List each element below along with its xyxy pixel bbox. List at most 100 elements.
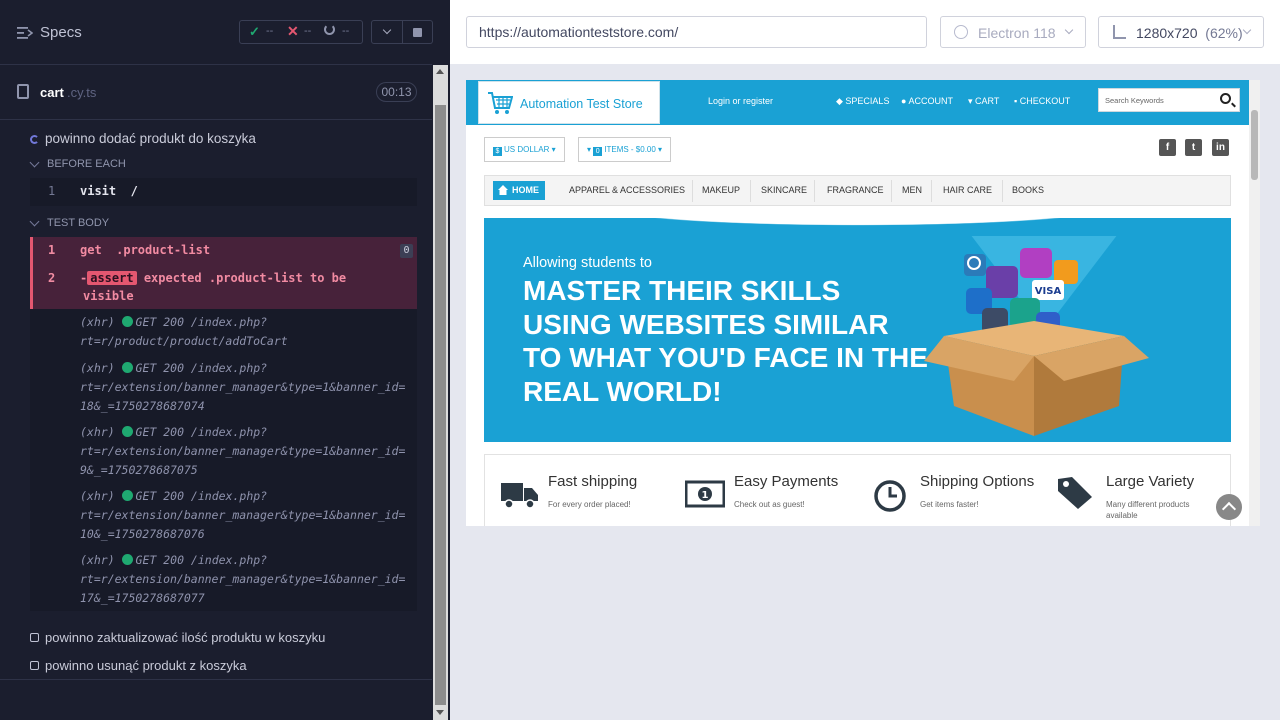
chevron-down-icon[interactable] (29, 216, 40, 227)
nav-divider (814, 180, 815, 202)
test-pending-icon (30, 633, 39, 642)
failed-count: -- (304, 25, 312, 37)
chevron-down-icon[interactable] (29, 157, 40, 168)
x-icon: ✕ (287, 23, 299, 39)
xhr-log: (xhr) GET 200 /index.php? rt=r/product/p… (30, 309, 417, 611)
test-title[interactable]: powinno dodać produkt do koszyka (45, 131, 256, 146)
status-ok-icon (121, 362, 133, 373)
specs-header: Specs ✓ -- ✕ -- -- (0, 0, 433, 65)
preview-toolbar: https://automationteststore.com/ Electro… (450, 0, 1280, 64)
test-stats: ✓ -- ✕ -- -- (239, 20, 363, 44)
feature-subtitle: Check out as guest! (734, 500, 805, 509)
status-ok-icon (121, 490, 133, 501)
hero-banner[interactable]: Allowing students to MASTER THEIR SKILLS… (484, 218, 1231, 442)
assert-pill: assert (87, 271, 137, 285)
file-icon (17, 84, 29, 99)
xhr-entry[interactable]: (xhr) GET 200 /index.php? rt=r/extension… (80, 487, 420, 544)
pending-count: -- (342, 25, 350, 37)
scroll-thumb[interactable] (435, 105, 446, 705)
spec-file-header[interactable]: cart .cy.ts 00:13 (0, 66, 432, 120)
logo-text: Automation Test Store (520, 97, 643, 111)
spec-file-ext: .cy.ts (67, 85, 97, 100)
login-link[interactable]: Login or register (708, 96, 773, 106)
nav-divider (891, 180, 892, 202)
assert-command[interactable]: - assert expected .product-list to be (80, 271, 346, 285)
scroll-down-icon[interactable] (436, 710, 444, 715)
browser-selector[interactable]: Electron 118 (940, 16, 1086, 48)
specials-link[interactable]: ◆ SPECIALS (836, 96, 889, 107)
assert-command-cont: visible (83, 289, 134, 303)
scroll-thumb[interactable] (1251, 110, 1258, 180)
aut-preview: https://automationteststore.com/ Electro… (450, 0, 1280, 720)
category-nav: HOME APPAREL & ACCESSORIES MAKEUP SKINCA… (484, 175, 1231, 206)
nav-home[interactable]: HOME (493, 181, 545, 200)
nav-books[interactable]: BOOKS (1012, 185, 1044, 195)
command-row[interactable]: 1 visit / (30, 178, 417, 206)
nav-divider (1002, 180, 1003, 202)
site-search-input[interactable]: Search Keywords (1098, 88, 1240, 112)
cart-link[interactable]: ▾ CART (968, 96, 999, 107)
nav-makeup[interactable]: MAKEUP (702, 185, 740, 195)
before-each-label[interactable]: BEFORE EACH (47, 158, 126, 170)
divider (0, 679, 432, 680)
specs-title[interactable]: Specs (40, 24, 82, 41)
checkout-link[interactable]: ▪ CHECKOUT (1014, 96, 1070, 106)
xhr-entry[interactable]: (xhr) GET 200 /index.php? rt=r/product/p… (80, 313, 420, 351)
ruler-icon (1113, 25, 1126, 39)
back-to-top-button[interactable] (1216, 494, 1242, 520)
run-duration: 00:13 (376, 82, 417, 102)
currency-dropdown[interactable]: $ US DOLLAR ▾ (484, 137, 565, 162)
specs-list-icon[interactable] (17, 26, 33, 40)
aut-scrollbar[interactable] (1249, 80, 1260, 526)
viewport-selector[interactable]: 1280x720 (62%) (1098, 16, 1264, 48)
nav-hair-care[interactable]: HAIR CARE (943, 185, 992, 195)
stop-icon (413, 28, 422, 37)
box-of-apps-icon: VISA (924, 236, 1149, 436)
hero-subtitle: Allowing students to (523, 255, 652, 271)
search-icon[interactable] (1220, 93, 1231, 104)
xhr-entry[interactable]: (xhr) GET 200 /index.php? rt=r/extension… (80, 359, 420, 416)
scroll-up-icon[interactable] (436, 69, 444, 74)
expand-collapse-button[interactable] (371, 20, 403, 44)
tags-icon (1058, 477, 1092, 509)
facebook-icon[interactable]: f (1159, 139, 1176, 156)
site-header: Automation Test Store Login or register … (466, 80, 1249, 125)
nav-fragrance[interactable]: FRAGRANCE (827, 185, 884, 195)
nav-men[interactable]: MEN (902, 185, 922, 195)
svg-text:VISA: VISA (1035, 286, 1062, 297)
test-title[interactable]: powinno zaktualizować ilość produktu w k… (45, 630, 325, 645)
command-number: 1 (48, 184, 56, 198)
feature-title: Easy Payments (734, 473, 839, 490)
stop-button[interactable] (403, 20, 433, 44)
nav-divider (931, 180, 932, 202)
feature-subtitle: Get items faster! (920, 500, 979, 509)
nav-skincare[interactable]: SKINCARE (761, 185, 807, 195)
feature-title: Shipping Options (920, 473, 1035, 490)
browser-label: Electron 118 (978, 25, 1056, 41)
failed-commands[interactable]: 1 get .product-list 0 2 - assert expected… (30, 237, 417, 309)
test-title[interactable]: powinno usunąć produkt z koszyka (45, 658, 247, 673)
truck-icon (501, 483, 538, 509)
xhr-entry[interactable]: (xhr) GET 200 /index.php? rt=r/extension… (80, 551, 420, 608)
pending-spinner-icon (324, 24, 335, 35)
spec-file-name[interactable]: cart (40, 85, 64, 100)
reporter-scrollbar[interactable] (433, 65, 448, 720)
twitter-icon[interactable]: t (1185, 139, 1202, 156)
feature-title: Fast shipping (548, 473, 638, 490)
money-icon: 1 (685, 480, 725, 508)
test-body-label[interactable]: TEST BODY (47, 217, 109, 229)
nav-apparel[interactable]: APPAREL & ACCESSORIES (569, 185, 685, 195)
xhr-entry[interactable]: (xhr) GET 200 /index.php? rt=r/extension… (80, 423, 420, 480)
url-bar[interactable]: https://automationteststore.com/ (466, 16, 927, 48)
command-name: visit / (80, 184, 138, 198)
account-link[interactable]: ● ACCOUNT (901, 96, 953, 106)
linkedin-icon[interactable]: in (1212, 139, 1229, 156)
command-number: 2 (48, 271, 56, 285)
site-logo[interactable]: Automation Test Store (478, 81, 660, 124)
get-command[interactable]: get .product-list (80, 243, 210, 257)
viewport-label: 1280x720 (62%) (1136, 25, 1243, 41)
banner-wave (484, 218, 1231, 234)
cart-dropdown[interactable]: ▾ 0 ITEMS - $0.00 ▾ (578, 137, 672, 162)
cart-count-icon: 0 (593, 147, 603, 156)
chevron-down-icon (1242, 25, 1252, 35)
